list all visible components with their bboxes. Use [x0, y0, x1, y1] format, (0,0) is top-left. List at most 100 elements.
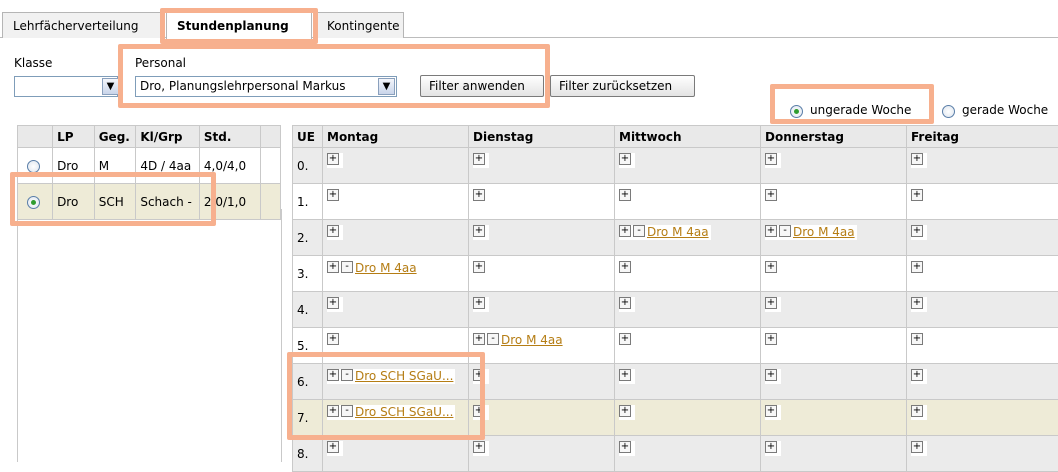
remove-lesson-button[interactable]: - [341, 405, 353, 417]
add-lesson-button[interactable]: + [327, 261, 339, 273]
add-lesson-button[interactable]: + [473, 225, 485, 237]
schedule-cell: + [469, 220, 615, 256]
add-lesson-button[interactable]: + [911, 369, 923, 381]
add-lesson-button[interactable]: + [619, 261, 631, 273]
schedule-cell: +-Dro SCH SGaU... [323, 364, 469, 400]
add-lesson-button[interactable]: + [911, 333, 923, 345]
tab-stundenplanung[interactable]: Stundenplanung [166, 12, 312, 39]
assignment-select-cell [18, 148, 53, 184]
schedule-entry: +-Dro SCH SGaU... [327, 369, 455, 384]
lesson-link[interactable]: Dro SCH SGaU... [355, 405, 453, 419]
tab-kontingente[interactable]: Kontingente [316, 12, 404, 38]
klasse-dropdown-icon[interactable]: ▼ [102, 78, 119, 95]
add-lesson-button[interactable]: + [327, 225, 339, 237]
add-lesson-button[interactable]: + [473, 153, 485, 165]
add-lesson-button[interactable]: + [765, 369, 777, 381]
tab-lehrfaecherverteilung[interactable]: Lehrfächerverteilung [2, 12, 162, 38]
schedule-entry: + [473, 369, 489, 384]
personal-dropdown-icon[interactable]: ▼ [378, 78, 395, 95]
remove-lesson-button[interactable]: - [487, 333, 499, 345]
assignment-lp: Dro [53, 184, 95, 220]
add-lesson-button[interactable]: + [911, 153, 923, 165]
add-lesson-button[interactable]: + [473, 189, 485, 201]
lesson-link[interactable]: Dro M 4aa [501, 333, 563, 347]
add-lesson-button[interactable]: + [473, 333, 485, 345]
schedule-cell: +-Dro SCH SGaU... [323, 400, 469, 436]
schedule-entry: + [765, 261, 781, 276]
remove-lesson-button[interactable]: - [341, 369, 353, 381]
add-lesson-button[interactable]: + [911, 225, 923, 237]
even-week-radio[interactable] [942, 105, 955, 118]
add-lesson-button[interactable]: + [765, 189, 777, 201]
reset-filter-button[interactable]: Filter zurücksetzen [550, 75, 695, 97]
add-lesson-button[interactable]: + [473, 261, 485, 273]
add-lesson-button[interactable]: + [765, 225, 777, 237]
schedule-cell: + [907, 220, 1058, 256]
assign-header-group: Kl/Grp [136, 126, 200, 148]
personal-select[interactable]: Dro, Planungslehrpersonal Markus [135, 76, 397, 97]
schedule-entry: + [765, 333, 781, 348]
add-lesson-button[interactable]: + [619, 297, 631, 309]
remove-lesson-button[interactable]: - [633, 225, 645, 237]
add-lesson-button[interactable]: + [473, 405, 485, 417]
schedule-cell: + [615, 328, 761, 364]
add-lesson-button[interactable]: + [619, 441, 631, 453]
add-lesson-button[interactable]: + [327, 189, 339, 201]
add-lesson-button[interactable]: + [911, 297, 923, 309]
add-lesson-button[interactable]: + [327, 441, 339, 453]
add-lesson-button[interactable]: + [911, 261, 923, 273]
add-lesson-button[interactable]: + [327, 405, 339, 417]
schedule-ue-cell: 0. [293, 148, 323, 184]
schedule-entry: + [619, 369, 635, 384]
add-lesson-button[interactable]: + [473, 441, 485, 453]
add-lesson-button[interactable]: + [619, 153, 631, 165]
add-lesson-button[interactable]: + [911, 441, 923, 453]
tab-bar: Lehrfächerverteilung Stundenplanung Kont… [0, 0, 1058, 40]
lesson-link[interactable]: Dro M 4aa [793, 225, 855, 239]
remove-lesson-button[interactable]: - [341, 261, 353, 273]
schedule-entry: + [619, 189, 635, 204]
add-lesson-button[interactable]: + [765, 405, 777, 417]
schedule-entry: + [619, 333, 635, 348]
schedule-header-monday: Montag [323, 126, 469, 148]
schedule-cell: +-Dro M 4aa [615, 220, 761, 256]
schedule-cell: + [615, 364, 761, 400]
assignment-row[interactable]: Dro SCH Schach - 2,0/1,0 [18, 184, 281, 220]
schedule-entry: +-Dro M 4aa [327, 261, 419, 276]
add-lesson-button[interactable]: + [765, 333, 777, 345]
add-lesson-button[interactable]: + [619, 333, 631, 345]
add-lesson-button[interactable]: + [619, 225, 631, 237]
schedule-entry: + [473, 153, 489, 168]
personal-label: Personal [135, 56, 186, 70]
add-lesson-button[interactable]: + [911, 189, 923, 201]
lesson-link[interactable]: Dro SCH SGaU... [355, 369, 453, 383]
add-lesson-button[interactable]: + [327, 369, 339, 381]
add-lesson-button[interactable]: + [619, 189, 631, 201]
odd-week-radio[interactable] [790, 105, 803, 118]
assignment-group: 4D / 4aa [136, 148, 200, 184]
schedule-row: 7.+-Dro SCH SGaU...++++ [293, 400, 1058, 436]
remove-lesson-button[interactable]: - [779, 225, 791, 237]
lesson-link[interactable]: Dro M 4aa [647, 225, 709, 239]
add-lesson-button[interactable]: + [765, 261, 777, 273]
schedule-cell: + [615, 436, 761, 472]
add-lesson-button[interactable]: + [911, 405, 923, 417]
add-lesson-button[interactable]: + [765, 153, 777, 165]
assignment-radio[interactable] [27, 196, 40, 209]
add-lesson-button[interactable]: + [327, 333, 339, 345]
schedule-entry: +-Dro M 4aa [473, 333, 565, 348]
add-lesson-button[interactable]: + [473, 297, 485, 309]
assignment-radio[interactable] [27, 160, 40, 173]
assignment-row[interactable]: Dro M 4D / 4aa 4,0/4,0 [18, 148, 281, 184]
add-lesson-button[interactable]: + [765, 441, 777, 453]
apply-filter-button[interactable]: Filter anwenden [420, 75, 544, 97]
add-lesson-button[interactable]: + [327, 153, 339, 165]
lesson-link[interactable]: Dro M 4aa [355, 261, 417, 275]
add-lesson-button[interactable]: + [473, 369, 485, 381]
add-lesson-button[interactable]: + [619, 405, 631, 417]
add-lesson-button[interactable]: + [327, 297, 339, 309]
add-lesson-button[interactable]: + [619, 369, 631, 381]
add-lesson-button[interactable]: + [765, 297, 777, 309]
schedule-entry: + [765, 369, 781, 384]
schedule-entry: + [911, 261, 927, 276]
